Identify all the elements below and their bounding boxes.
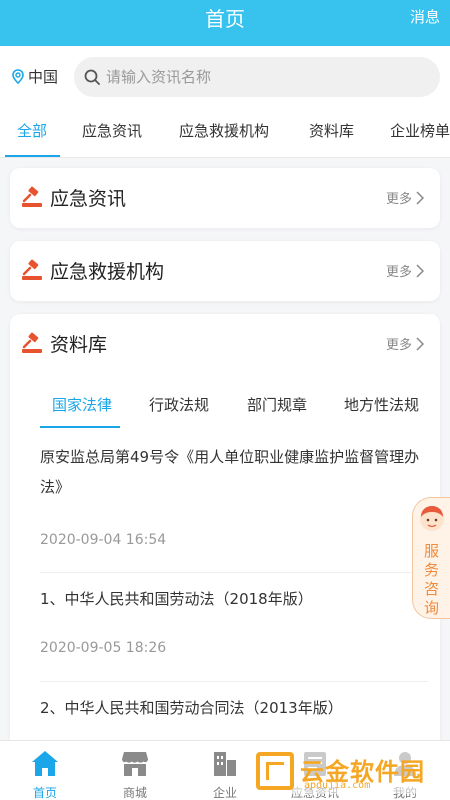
tabbar-home[interactable]: 首页 bbox=[0, 741, 90, 800]
article-title: 原安监总局第49号令《用人单位职业健康监护监督管理办法》 bbox=[40, 448, 420, 496]
location-selector[interactable]: 中国 bbox=[12, 66, 58, 87]
chevron-right-icon bbox=[416, 190, 424, 205]
section-title: 应急救援机构 bbox=[50, 261, 165, 283]
category-tabs: 全部 应急资讯 应急救援机构 资料库 企业榜单 bbox=[0, 108, 450, 158]
location-label: 中国 bbox=[28, 68, 59, 86]
tab-library[interactable]: 资料库 bbox=[309, 120, 354, 141]
more-label: 更多 bbox=[385, 265, 412, 280]
main-content: 应急资讯 更多 应急救援机构 更多 资料库 更多 国家法律 行政法规 部门规章 … bbox=[0, 158, 450, 740]
watermark: 云金软件园 apoujia.com bbox=[250, 748, 442, 794]
section-title: 资料库 bbox=[50, 334, 108, 356]
messages-button[interactable]: 消息 bbox=[410, 6, 440, 27]
top-header: 首页 消息 bbox=[0, 0, 450, 46]
tab-company-rankings[interactable]: 企业榜单 bbox=[390, 120, 450, 141]
tabbar-label: 商城 bbox=[122, 786, 147, 800]
gavel-icon bbox=[22, 259, 42, 280]
tabbar-label: 首页 bbox=[32, 786, 57, 800]
list-item[interactable]: 原安监总局第49号令《用人单位职业健康监护监督管理办法》 2020-09-04 … bbox=[40, 442, 428, 548]
gavel-icon bbox=[22, 332, 42, 353]
search-icon bbox=[84, 69, 100, 85]
subtab-national-law[interactable]: 国家法律 bbox=[52, 394, 112, 415]
building-icon bbox=[214, 752, 236, 776]
more-link[interactable]: 更多 bbox=[386, 261, 424, 280]
divider bbox=[40, 572, 428, 573]
home-icon bbox=[32, 751, 58, 776]
watermark-url: apoujia.com bbox=[304, 780, 371, 791]
subtab-local-regulations[interactable]: 地方性法规 bbox=[344, 394, 419, 415]
article-title: 2、中华人民共和国劳动合同法（2013年版） bbox=[40, 699, 343, 717]
tab-all[interactable]: 全部 bbox=[17, 120, 47, 141]
more-link[interactable]: 更多 bbox=[386, 334, 424, 353]
section-rescue-agencies: 应急救援机构 更多 bbox=[10, 241, 440, 301]
gavel-icon bbox=[22, 186, 42, 207]
article-title: 1、中华人民共和国劳动法（2018年版） bbox=[40, 590, 313, 608]
tab-rescue-agencies[interactable]: 应急救援机构 bbox=[179, 120, 269, 141]
list-item[interactable]: 1、中华人民共和国劳动法（2018年版） 2020-09-05 18:26 bbox=[40, 584, 428, 656]
customer-service-avatar-icon bbox=[420, 506, 444, 531]
service-consult-label: 服务咨询 bbox=[424, 542, 440, 617]
section-header[interactable]: 应急救援机构 更多 bbox=[10, 241, 440, 301]
article-date: 2020-09-04 16:54 bbox=[40, 532, 167, 548]
subtab-department-rules[interactable]: 部门规章 bbox=[247, 394, 307, 415]
store-icon bbox=[122, 752, 148, 776]
section-header[interactable]: 应急资讯 更多 bbox=[10, 168, 440, 228]
active-subtab-indicator bbox=[40, 426, 120, 428]
location-pin-icon bbox=[12, 69, 24, 84]
section-emergency-news: 应急资讯 更多 bbox=[10, 168, 440, 228]
article-date: 2020-09-05 18:26 bbox=[40, 640, 167, 656]
tabbar-store[interactable]: 商城 bbox=[90, 741, 180, 800]
divider bbox=[40, 681, 428, 682]
tab-emergency-news[interactable]: 应急资讯 bbox=[82, 120, 142, 141]
more-label: 更多 bbox=[385, 338, 412, 353]
search-row: 中国 bbox=[0, 46, 450, 108]
section-title: 应急资讯 bbox=[50, 188, 127, 210]
more-label: 更多 bbox=[385, 192, 412, 207]
service-consult-button[interactable]: 服务咨询 bbox=[412, 497, 450, 619]
section-library: 资料库 更多 国家法律 行政法规 部门规章 地方性法规 原安监总局第49号令《用… bbox=[10, 314, 440, 740]
search-input[interactable] bbox=[106, 68, 406, 86]
section-header[interactable]: 资料库 更多 bbox=[10, 314, 440, 374]
search-box[interactable] bbox=[74, 57, 440, 97]
list-item[interactable]: 2、中华人民共和国劳动合同法（2013年版） bbox=[40, 693, 428, 723]
more-link[interactable]: 更多 bbox=[386, 188, 424, 207]
chevron-right-icon bbox=[416, 336, 424, 351]
subtab-administrative-regulations[interactable]: 行政法规 bbox=[149, 394, 209, 415]
library-subtabs: 国家法律 行政法规 部门规章 地方性法规 bbox=[10, 384, 440, 428]
chevron-right-icon bbox=[416, 263, 424, 278]
page-title: 首页 bbox=[205, 7, 245, 31]
watermark-logo-icon bbox=[256, 752, 294, 790]
